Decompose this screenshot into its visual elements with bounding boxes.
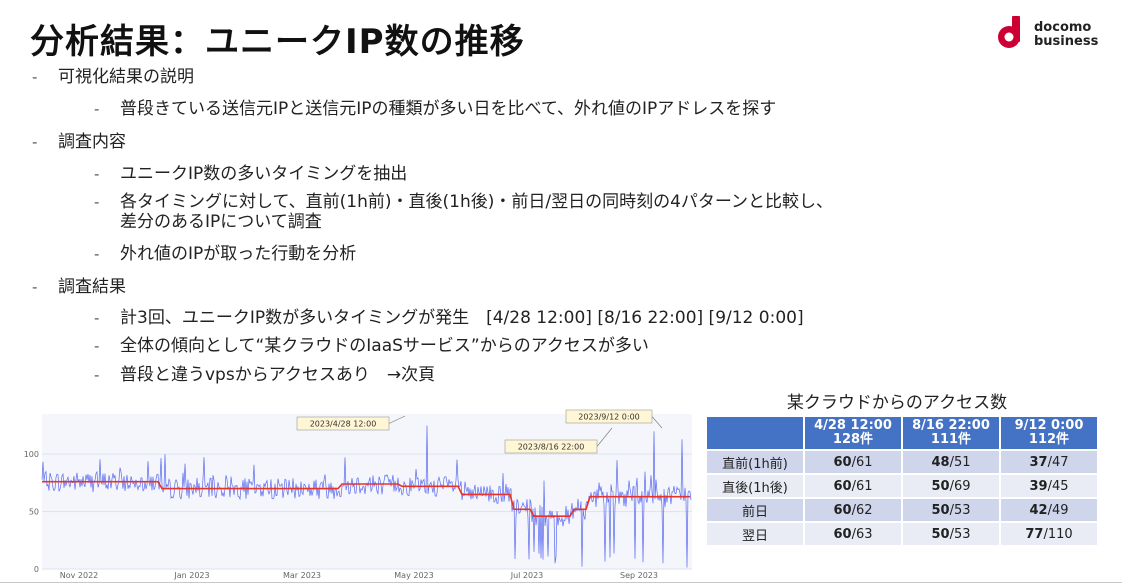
logo-text-business: business — [1034, 34, 1099, 49]
docomo-business-logo: docomo business — [997, 14, 1107, 54]
table-cell: 60/62 — [805, 499, 901, 521]
table-row: 翌日 60/63 50/53 77/110 — [707, 523, 1097, 545]
row-label: 前日 — [707, 499, 803, 521]
chart-plot-area — [42, 414, 692, 569]
bullet-peak-count: 計3回、ユニークIP数が多いタイミングが発生 [4/28 12:00] [8/1… — [120, 308, 804, 328]
table-cell: 60/61 — [805, 475, 901, 497]
x-tick-label: Jul 2023 — [510, 571, 544, 580]
table-row: 直前(1h前) 60/61 48/51 37/47 — [707, 451, 1097, 473]
bullet-dash: - — [94, 337, 100, 355]
unique-ip-chart: 0 50 100 Nov 2022 Jan 2023 Mar 2023 May 2023 J… — [22, 406, 692, 581]
y-tick-label: 50 — [29, 508, 39, 517]
docomo-logo-icon — [998, 16, 1020, 48]
bullet-dash: - — [94, 245, 100, 263]
page-title: 分析結果：ユニークIP数の推移 — [30, 22, 525, 62]
x-tick-label: Mar 2023 — [283, 571, 321, 580]
bullet-vps-access: 普段と違うvpsからアクセスあり →次頁 — [120, 365, 436, 385]
chart-annotation: 2023/4/28 12:00 — [296, 415, 406, 431]
table-cell: 42/49 — [1001, 499, 1097, 521]
bullet-analyze-behavior: 外れ値のIPが取った行動を分析 — [120, 244, 357, 264]
svg-text:2023/4/28 12:00: 2023/4/28 12:00 — [310, 420, 377, 429]
bullet-investigation: 調査内容 — [58, 132, 126, 152]
bullet-extract-timing: ユニークIP数の多いタイミングを抽出 — [120, 164, 408, 184]
table-caption: 某クラウドからのアクセス数 — [786, 393, 1008, 413]
bullet-cloud-trend: 全体の傾向として“某クラウドのIaaSサービス”からのアクセスが多い — [120, 336, 649, 356]
bullet-compare-patterns-cont: 差分のあるIPについて調査 — [120, 212, 322, 232]
table-cell: 48/51 — [903, 451, 999, 473]
table-header-0912: 9/12 0:00 112件 — [1001, 417, 1097, 449]
row-label: 直後(1h後) — [707, 475, 803, 497]
bullet-dash: - — [32, 133, 38, 151]
table-row: 直後(1h後) 60/61 50/69 39/45 — [707, 475, 1097, 497]
bullet-dash: - — [94, 165, 100, 183]
cloud-access-table: 4/28 12:00 128件 8/16 22:00 111件 9/12 0:00 1… — [705, 415, 1099, 547]
y-tick-label: 0 — [34, 565, 39, 574]
table-row: 前日 60/62 50/53 42/49 — [707, 499, 1097, 521]
table-cell: 50/53 — [903, 499, 999, 521]
header-datetime: 9/12 0:00 — [1014, 418, 1084, 433]
x-tick-label: Nov 2022 — [60, 571, 99, 580]
row-label: 翌日 — [707, 523, 803, 545]
bullet-dash: - — [94, 309, 100, 327]
header-count: 111件 — [930, 432, 972, 447]
table-cell: 50/53 — [903, 523, 999, 545]
svg-text:2023/8/16 22:00: 2023/8/16 22:00 — [518, 443, 585, 452]
row-label: 直前(1h前) — [707, 451, 803, 473]
bullet-dash: - — [32, 278, 38, 296]
bullet-dash: - — [94, 366, 100, 384]
table-cell: 50/69 — [903, 475, 999, 497]
table-cell: 77/110 — [1001, 523, 1097, 545]
header-datetime: 8/16 22:00 — [912, 418, 990, 433]
bullet-dash: - — [94, 100, 100, 118]
x-tick-label: Sep 2023 — [620, 571, 658, 580]
table-cell: 60/63 — [805, 523, 901, 545]
header-count: 112件 — [1028, 432, 1070, 447]
y-tick-label: 100 — [24, 450, 39, 459]
table-cell: 60/61 — [805, 451, 901, 473]
logo-text-docomo: docomo — [1034, 20, 1092, 35]
bullet-visualization-detail: 普段きている送信元IPと送信元IPの種類が多い日を比べて、外れ値のIPアドレスを… — [120, 99, 777, 119]
header-count: 128件 — [832, 432, 874, 447]
bullet-compare-patterns: 各タイミングに対して、直前(1h前)・直後(1h後)・前日/翌日の同時刻の4パタ… — [120, 192, 834, 212]
x-tick-label: Jan 2023 — [173, 571, 209, 580]
table-cell: 37/47 — [1001, 451, 1097, 473]
svg-text:2023/9/12 0:00: 2023/9/12 0:00 — [578, 413, 640, 422]
bullet-results: 調査結果 — [58, 277, 126, 297]
table-header-0816: 8/16 22:00 111件 — [903, 417, 999, 449]
bullet-dash: - — [94, 193, 100, 211]
bullet-visualization: 可視化結果の説明 — [58, 67, 194, 87]
header-datetime: 4/28 12:00 — [814, 418, 892, 433]
bullet-dash: - — [32, 68, 38, 86]
footer-divider — [0, 582, 1122, 583]
table-header-row: 4/28 12:00 128件 8/16 22:00 111件 9/12 0:00 1… — [707, 417, 1097, 449]
table-header-0428: 4/28 12:00 128件 — [805, 417, 901, 449]
table-cell: 39/45 — [1001, 475, 1097, 497]
x-tick-label: May 2023 — [394, 571, 433, 580]
table-header-blank — [707, 417, 803, 449]
